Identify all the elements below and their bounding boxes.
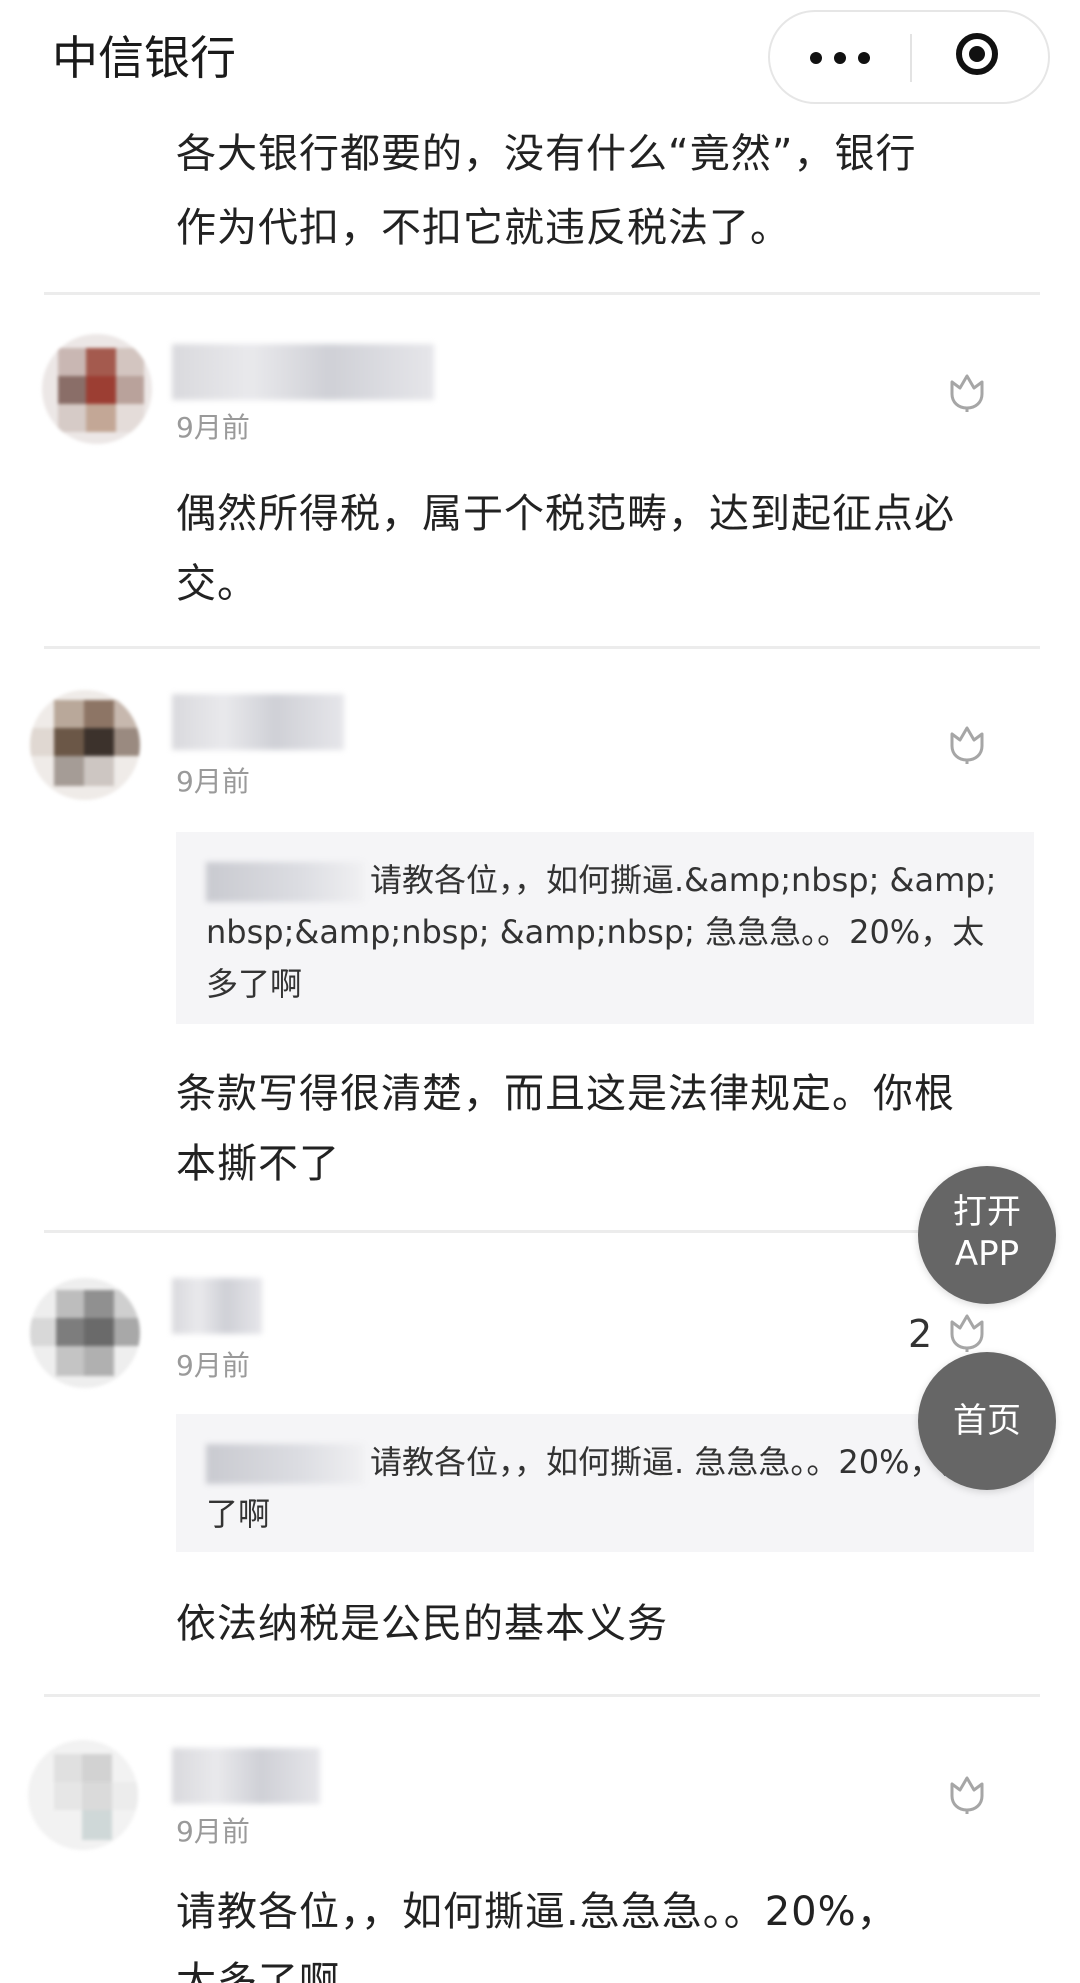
- comment-text-line: 请教各位，，如何撕逼.急急急。。20%，: [176, 1889, 898, 1935]
- like-icon[interactable]: [944, 720, 990, 766]
- comment-text-line: 太多了啊: [176, 1959, 340, 1983]
- avatar[interactable]: [42, 334, 152, 444]
- open-app-label-line2: APP: [954, 1234, 1020, 1274]
- page: 中信银行 各大银行都要的，没有什么“竟然”，银行 作为代扣，不扣它就违反税法了。: [0, 0, 1080, 1983]
- open-app-button[interactable]: 打开 APP: [918, 1166, 1056, 1304]
- like-icon[interactable]: [944, 1308, 990, 1354]
- open-app-label-line1: 打开: [953, 1192, 1021, 1232]
- mini-program-capsule: [768, 10, 1050, 104]
- comment-text-line: 依法纳税是公民的基本义务: [176, 1601, 668, 1647]
- comment-time: 9月前: [176, 765, 250, 798]
- quoted-username[interactable]: [206, 862, 364, 902]
- quoted-comment[interactable]: 请教各位，，如何撕逼. 急急急。。20%，太多了啊: [176, 1414, 1034, 1552]
- comment-text-line: 作为代扣，不扣它就违反税法了。: [176, 205, 791, 251]
- comment-time: 9月前: [176, 1815, 250, 1848]
- username[interactable]: [172, 1748, 320, 1804]
- username[interactable]: [172, 1278, 262, 1334]
- quoted-username[interactable]: [206, 1444, 364, 1484]
- page-title: 中信银行: [52, 31, 236, 85]
- quoted-comment[interactable]: 请教各位，，如何撕逼.&amp;nbsp; &amp;nbsp;&amp;nbs…: [176, 832, 1034, 1024]
- like-icon[interactable]: [944, 368, 990, 414]
- avatar[interactable]: [30, 690, 140, 800]
- comment-text-line: 本撕不了: [176, 1141, 340, 1187]
- avatar[interactable]: [28, 1740, 138, 1850]
- like-count: 2: [908, 1312, 933, 1356]
- divider: [44, 1230, 1040, 1233]
- divider: [44, 646, 1040, 649]
- top-nav-bar: 中信银行: [0, 0, 1080, 116]
- divider: [44, 1694, 1040, 1697]
- username[interactable]: [172, 344, 434, 400]
- comment-text-line: 偶然所得税，属于个税范畴，达到起征点必: [176, 491, 955, 537]
- comment-text-line: 交。: [176, 561, 258, 607]
- comment-text-line: 条款写得很清楚，而且这是法律规定。你根: [176, 1071, 955, 1117]
- target-icon[interactable]: [912, 12, 1048, 102]
- more-dots-icon[interactable]: [770, 12, 910, 102]
- comment-time: 9月前: [176, 1349, 250, 1382]
- home-label: 首页: [953, 1401, 1021, 1441]
- avatar[interactable]: [30, 1278, 140, 1388]
- divider: [44, 292, 1040, 295]
- comment-text-line: 各大银行都要的，没有什么“竟然”，银行: [176, 131, 917, 177]
- home-button[interactable]: 首页: [918, 1352, 1056, 1490]
- username[interactable]: [172, 694, 344, 750]
- like-icon[interactable]: [944, 1770, 990, 1816]
- comment-time: 9月前: [176, 411, 250, 444]
